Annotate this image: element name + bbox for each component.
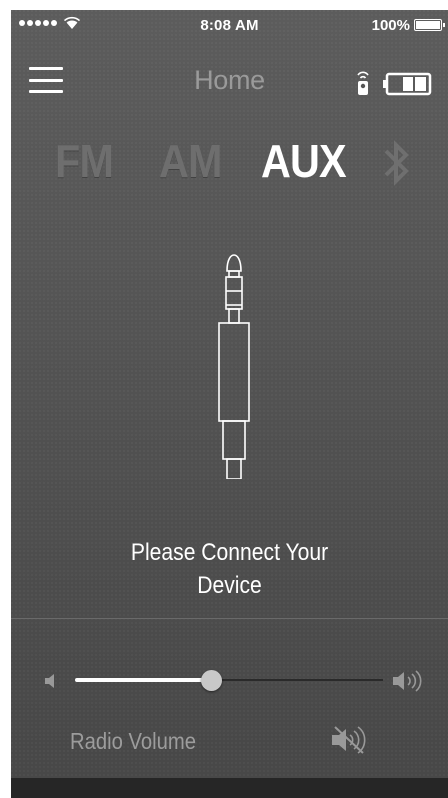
connect-message-line2: Device bbox=[197, 572, 262, 599]
tab-am[interactable]: AM bbox=[159, 134, 222, 188]
bottom-bar bbox=[11, 778, 448, 798]
bluetooth-icon[interactable] bbox=[382, 138, 412, 188]
volume-slider[interactable] bbox=[75, 670, 383, 691]
volume-low-icon bbox=[45, 674, 54, 688]
mute-icon[interactable] bbox=[329, 725, 369, 755]
connect-message: Please Connect Your Device bbox=[11, 536, 448, 602]
app-screen: 8:08 AM 100% Home FM AM AUX Please Conne… bbox=[11, 10, 448, 798]
battery-percent: 100% bbox=[371, 17, 410, 34]
audio-jack-icon bbox=[218, 254, 250, 479]
divider bbox=[11, 618, 448, 619]
remote-icon[interactable] bbox=[355, 70, 371, 96]
connect-message-line1: Please Connect Your bbox=[130, 539, 329, 566]
status-battery-icon bbox=[414, 19, 445, 31]
volume-high-icon bbox=[393, 670, 422, 692]
volume-label: Radio Volume bbox=[70, 728, 197, 754]
device-battery-icon[interactable] bbox=[382, 72, 432, 96]
tab-aux[interactable]: AUX bbox=[261, 134, 347, 188]
tab-fm[interactable]: FM bbox=[55, 134, 114, 188]
volume-track-fill bbox=[75, 678, 211, 682]
status-bar: 8:08 AM 100% bbox=[11, 10, 448, 40]
volume-thumb[interactable] bbox=[200, 670, 222, 691]
